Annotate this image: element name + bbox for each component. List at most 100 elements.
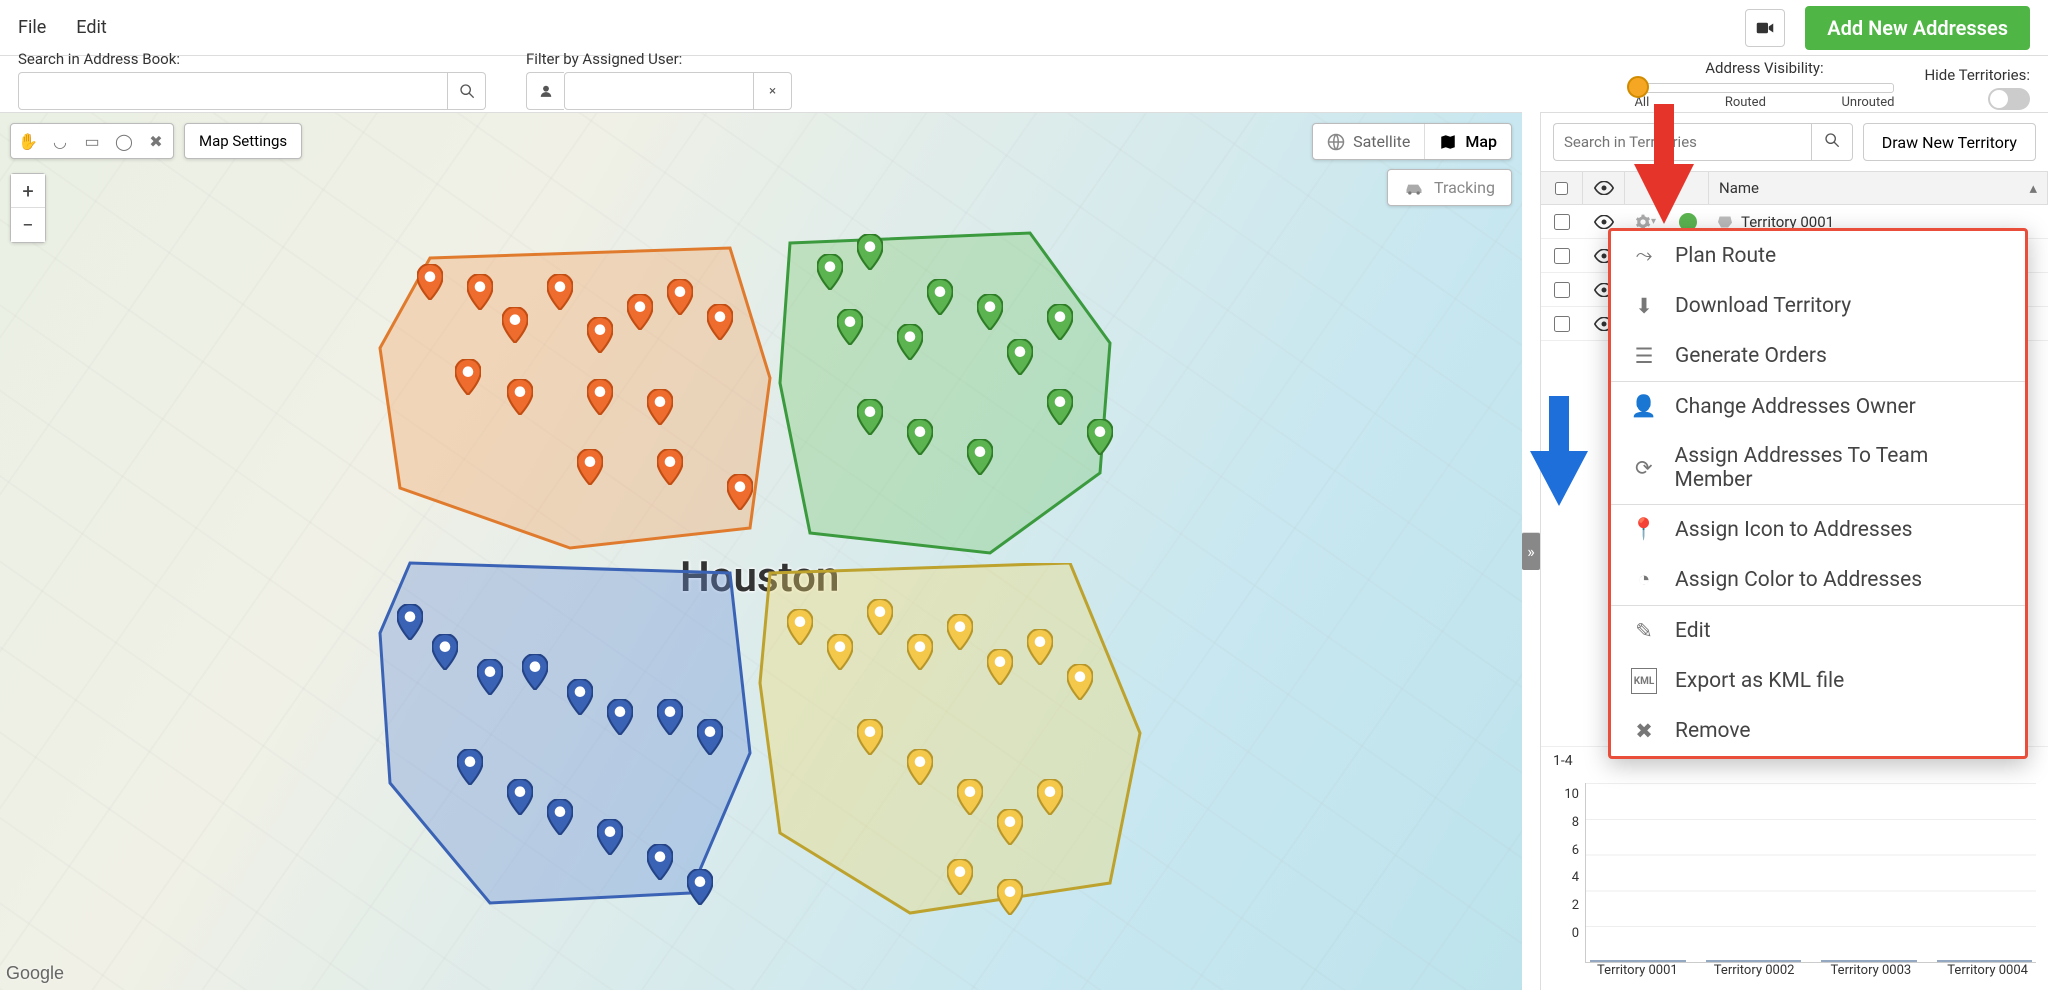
camera-button[interactable]: [1745, 9, 1785, 47]
map-pin[interactable]: [927, 279, 953, 315]
map-pin[interactable]: [455, 359, 481, 395]
map-pin[interactable]: [1037, 779, 1063, 815]
ctx-assign-color[interactable]: ◔Assign Color to Addresses: [1611, 555, 2025, 605]
map-pin[interactable]: [857, 234, 883, 270]
map-pin[interactable]: [1047, 304, 1073, 340]
map-pin[interactable]: [1047, 389, 1073, 425]
map-pin[interactable]: [667, 279, 693, 315]
map-pin[interactable]: [997, 809, 1023, 845]
menu-file[interactable]: File: [18, 17, 46, 38]
user-filter-clear[interactable]: ×: [754, 72, 792, 110]
ctx-assign-team[interactable]: ⟳Assign Addresses To Team Member: [1611, 432, 2025, 504]
map-type-satellite[interactable]: Satellite: [1313, 124, 1425, 159]
menu-edit[interactable]: Edit: [76, 17, 106, 38]
lasso-tool-icon[interactable]: ◡: [47, 128, 73, 154]
map-pin[interactable]: [547, 274, 573, 310]
map-pin[interactable]: [567, 679, 593, 715]
map-pin[interactable]: [817, 254, 843, 290]
map-pin[interactable]: [587, 317, 613, 353]
ctx-export-kml[interactable]: KMLExport as KML file: [1611, 656, 2025, 706]
map-pin[interactable]: [857, 719, 883, 755]
map-pin[interactable]: [907, 419, 933, 455]
col-name-header[interactable]: Name▴: [1709, 172, 2048, 204]
map-pin[interactable]: [947, 859, 973, 895]
map[interactable]: Houston <svg viewBox="0 0 24 34"><path c…: [0, 112, 1522, 990]
add-new-addresses-button[interactable]: Add New Addresses: [1805, 6, 2030, 50]
map-pin[interactable]: [657, 699, 683, 735]
map-pin[interactable]: [697, 719, 723, 755]
zoom-in-button[interactable]: +: [11, 174, 45, 208]
map-pin[interactable]: [707, 304, 733, 340]
map-pin[interactable]: [897, 324, 923, 360]
visibility-slider[interactable]: [1634, 83, 1894, 93]
map-pin[interactable]: [607, 699, 633, 735]
map-pin[interactable]: [1007, 339, 1033, 375]
search-input[interactable]: [18, 72, 448, 110]
rectangle-tool-icon[interactable]: ▭: [79, 128, 105, 154]
map-pin[interactable]: [597, 819, 623, 855]
map-pin[interactable]: [1067, 664, 1093, 700]
panel-collapse-handle[interactable]: »: [1522, 532, 1540, 570]
map-pin[interactable]: [987, 649, 1013, 685]
pan-tool-icon[interactable]: ✋: [15, 128, 41, 154]
map-pin[interactable]: [947, 614, 973, 650]
draw-new-territory-button[interactable]: Draw New Territory: [1863, 123, 2036, 161]
ctx-change-owner[interactable]: 👤Change Addresses Owner: [1611, 382, 2025, 432]
map-pin[interactable]: [727, 474, 753, 510]
map-pin[interactable]: [867, 599, 893, 635]
map-pin[interactable]: [967, 439, 993, 475]
map-pin[interactable]: [507, 379, 533, 415]
map-pin[interactable]: [647, 844, 673, 880]
map-settings-button[interactable]: Map Settings: [184, 123, 302, 159]
map-pin[interactable]: [417, 264, 443, 300]
ctx-assign-icon[interactable]: 📍Assign Icon to Addresses: [1611, 505, 2025, 555]
select-all-checkbox[interactable]: [1555, 182, 1568, 195]
map-pin[interactable]: [907, 749, 933, 785]
search-button[interactable]: [448, 72, 486, 110]
map-pin[interactable]: [827, 634, 853, 670]
map-pin[interactable]: [977, 294, 1003, 330]
map-pin[interactable]: [502, 307, 528, 343]
map-pin[interactable]: [1027, 629, 1053, 665]
territory-search-button[interactable]: [1811, 123, 1853, 161]
user-picker-button[interactable]: [526, 72, 564, 110]
user-filter-input[interactable]: [564, 72, 754, 110]
row-checkbox[interactable]: [1554, 316, 1570, 332]
row-checkbox[interactable]: [1554, 248, 1570, 264]
map-pin[interactable]: [997, 879, 1023, 915]
hide-territories-toggle[interactable]: [1988, 88, 2030, 110]
tracking-button[interactable]: Tracking: [1387, 169, 1512, 206]
zoom-out-button[interactable]: −: [11, 208, 45, 242]
map-pin[interactable]: [577, 449, 603, 485]
map-pin[interactable]: [477, 659, 503, 695]
map-pin[interactable]: [687, 869, 713, 905]
circle-tool-icon[interactable]: ◯: [111, 128, 137, 154]
row-checkbox[interactable]: [1554, 282, 1570, 298]
map-pin[interactable]: [467, 274, 493, 310]
map-pin[interactable]: [657, 449, 683, 485]
map-pin[interactable]: [397, 604, 423, 640]
map-pin[interactable]: [522, 654, 548, 690]
map-pin[interactable]: [457, 749, 483, 785]
clear-tool-icon[interactable]: ✖: [143, 128, 169, 154]
map-pin[interactable]: [507, 779, 533, 815]
ctx-download-territory[interactable]: ⬇Download Territory: [1611, 281, 2025, 331]
map-pin[interactable]: [787, 609, 813, 645]
row-checkbox[interactable]: [1554, 214, 1570, 230]
map-pin[interactable]: [957, 779, 983, 815]
pin-icon: 📍: [1631, 517, 1657, 543]
ctx-remove[interactable]: ✖Remove: [1611, 706, 2025, 756]
ctx-edit[interactable]: ✎Edit: [1611, 606, 2025, 656]
map-pin[interactable]: [837, 309, 863, 345]
map-pin[interactable]: [587, 379, 613, 415]
map-pin[interactable]: [857, 399, 883, 435]
map-pin[interactable]: [432, 634, 458, 670]
ctx-plan-route[interactable]: ⤳Plan Route: [1611, 231, 2025, 281]
map-pin[interactable]: [1087, 419, 1113, 455]
map-type-map[interactable]: Map: [1425, 124, 1511, 159]
map-pin[interactable]: [907, 634, 933, 670]
map-pin[interactable]: [547, 799, 573, 835]
ctx-generate-orders[interactable]: ☰Generate Orders: [1611, 331, 2025, 381]
map-pin[interactable]: [627, 294, 653, 330]
map-pin[interactable]: [647, 389, 673, 425]
